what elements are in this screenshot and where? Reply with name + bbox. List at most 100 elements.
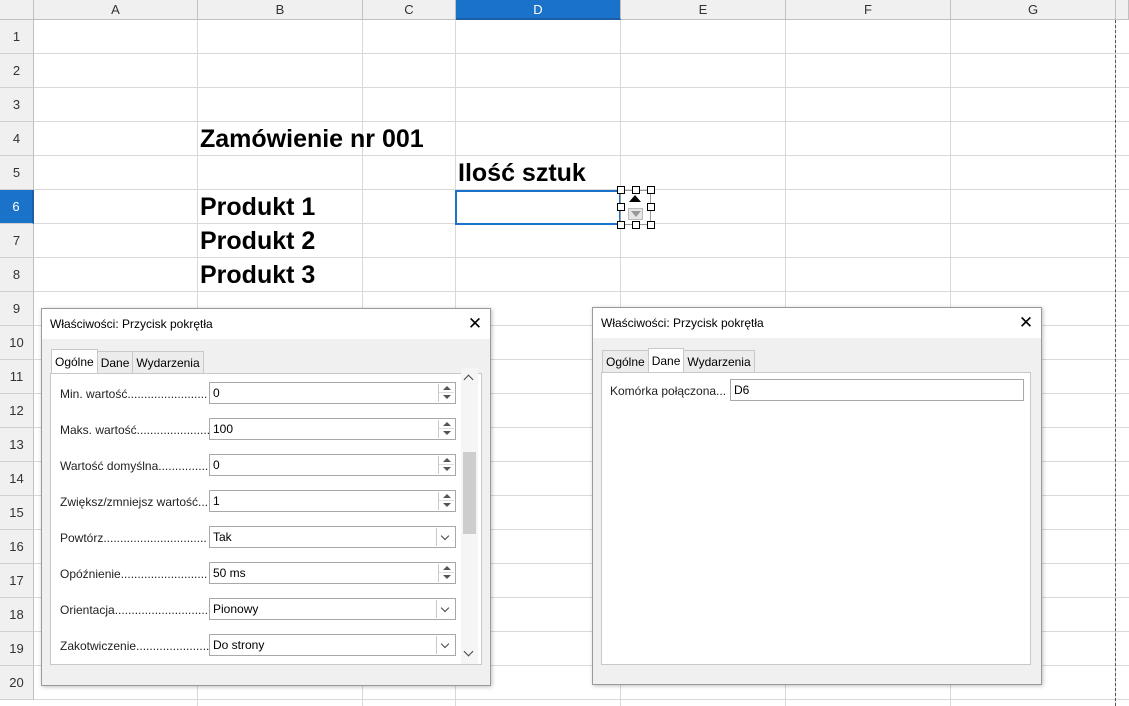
row-header-2[interactable]: 2 — [0, 54, 34, 88]
spin-buttons — [438, 492, 454, 510]
row-header-8[interactable]: 8 — [0, 258, 34, 292]
property-dropdown[interactable]: Pionowy — [209, 598, 456, 620]
row-header-4[interactable]: 4 — [0, 122, 34, 156]
property-value: 1 — [213, 494, 220, 508]
selection-handle[interactable] — [632, 221, 640, 229]
cell-b7[interactable]: Produkt 2 — [200, 224, 315, 258]
property-label: Zwiększ/zmniejsz wartość... — [60, 495, 209, 509]
property-label: Min. wartość........................ — [60, 387, 208, 401]
chevron-up-icon[interactable] — [439, 456, 454, 465]
property-value: Tak — [213, 530, 232, 544]
property-dropdown[interactable]: Tak — [209, 526, 456, 548]
cell-b6[interactable]: Produkt 1 — [200, 190, 315, 224]
row-header-17[interactable]: 17 — [0, 564, 34, 598]
tab-general[interactable]: Ogólne — [51, 349, 98, 373]
chevron-down-icon[interactable] — [436, 528, 454, 546]
property-spin-field[interactable]: 0 — [209, 382, 456, 404]
row-header-18[interactable]: 18 — [0, 598, 34, 632]
properties-dialog-general: Właściwości: Przycisk pokrętła ✕ Ogólne … — [41, 308, 491, 686]
selection-handle[interactable] — [647, 186, 655, 194]
chevron-down-icon[interactable] — [439, 501, 454, 510]
property-value: 0 — [213, 386, 220, 400]
chevron-down-icon[interactable] — [439, 573, 454, 582]
scrollbar-thumb[interactable] — [463, 452, 476, 534]
selection-handle[interactable] — [632, 186, 640, 194]
cell-b8[interactable]: Produkt 3 — [200, 258, 315, 292]
row-header-1[interactable]: 1 — [0, 20, 34, 54]
spin-up-arrow-icon[interactable] — [629, 195, 641, 202]
chevron-down-icon[interactable] — [436, 600, 454, 618]
cell-d5[interactable]: Ilość sztuk — [458, 156, 586, 190]
property-value: 0 — [213, 458, 220, 472]
row-header-6[interactable]: 6 — [0, 190, 34, 224]
linked-cell-field[interactable]: D6 — [730, 379, 1024, 401]
select-all-corner[interactable] — [0, 0, 34, 20]
selection-handle[interactable] — [617, 221, 625, 229]
row-header-16[interactable]: 16 — [0, 530, 34, 564]
row-header-12[interactable]: 12 — [0, 394, 34, 428]
property-scrollbar[interactable] — [461, 368, 478, 664]
column-header-a[interactable]: A — [34, 0, 198, 20]
spin-buttons — [438, 384, 454, 402]
column-header-e[interactable]: E — [621, 0, 786, 20]
property-spin-field[interactable]: 50 ms — [209, 562, 456, 584]
property-label: Opóźnienie.......................... — [60, 567, 208, 581]
tab-data[interactable]: Dane — [96, 351, 134, 373]
chevron-down-icon[interactable] — [439, 393, 454, 402]
chevron-down-icon[interactable] — [439, 429, 454, 438]
chevron-up-icon[interactable] — [439, 564, 454, 573]
column-header-f[interactable]: F — [786, 0, 951, 20]
close-icon[interactable]: ✕ — [1017, 314, 1035, 332]
row-header-11[interactable]: 11 — [0, 360, 34, 394]
row-header-5[interactable]: 5 — [0, 156, 34, 190]
row-header-9[interactable]: 9 — [0, 292, 34, 326]
row-header-15[interactable]: 15 — [0, 496, 34, 530]
close-icon[interactable]: ✕ — [466, 315, 484, 333]
column-header-b[interactable]: B — [198, 0, 363, 20]
spin-buttons — [438, 420, 454, 438]
property-value: 50 ms — [213, 566, 246, 580]
row-header-7[interactable]: 7 — [0, 224, 34, 258]
row-header-3[interactable]: 3 — [0, 88, 34, 122]
row-gridline — [34, 699, 1129, 700]
row-header-20[interactable]: 20 — [0, 666, 34, 700]
property-spin-field[interactable]: 100 — [209, 418, 456, 440]
property-label: Powtórz............................... — [60, 531, 207, 545]
row-header-19[interactable]: 19 — [0, 632, 34, 666]
property-label: Wartość domyślna............... — [60, 459, 209, 473]
scroll-up-icon[interactable] — [463, 374, 474, 385]
property-value: 100 — [213, 422, 234, 436]
row-gridline — [34, 87, 1129, 88]
tab-general[interactable]: Ogólne — [602, 350, 649, 372]
tab-events[interactable]: Wydarzenia — [132, 351, 204, 373]
chevron-up-icon[interactable] — [439, 492, 454, 501]
selection-handle[interactable] — [617, 186, 625, 194]
selection-handle[interactable] — [647, 203, 655, 211]
chevron-down-icon[interactable] — [436, 636, 454, 654]
scroll-down-icon[interactable] — [463, 646, 474, 657]
property-dropdown[interactable]: Do strony — [209, 634, 456, 656]
column-header-c[interactable]: C — [363, 0, 456, 20]
selection-handle[interactable] — [617, 203, 625, 211]
row-gridline — [34, 291, 1129, 292]
properties-dialog-data: Właściwości: Przycisk pokrętła ✕ Ogólne … — [592, 307, 1042, 685]
dialog-title: Właściwości: Przycisk pokrętła — [42, 309, 490, 339]
tab-events[interactable]: Wydarzenia — [683, 350, 755, 372]
property-spin-field[interactable]: 1 — [209, 490, 456, 512]
row-gridline — [34, 121, 1129, 122]
row-header-13[interactable]: 13 — [0, 428, 34, 462]
chevron-up-icon[interactable] — [439, 420, 454, 429]
selection-handle[interactable] — [647, 221, 655, 229]
row-header-14[interactable]: 14 — [0, 462, 34, 496]
tab-data[interactable]: Dane — [647, 348, 685, 372]
spin-down-arrow-icon[interactable] — [628, 208, 643, 220]
row-header-10[interactable]: 10 — [0, 326, 34, 360]
chevron-down-icon[interactable] — [439, 465, 454, 474]
chevron-up-icon[interactable] — [439, 384, 454, 393]
active-cell-d6[interactable] — [455, 190, 621, 225]
dialog-title: Właściwości: Przycisk pokrętła — [593, 308, 1041, 338]
column-header-d[interactable]: D — [456, 0, 621, 20]
column-header-g[interactable]: G — [951, 0, 1116, 20]
cell-b4[interactable]: Zamówienie nr 001 — [200, 122, 424, 156]
property-spin-field[interactable]: 0 — [209, 454, 456, 476]
